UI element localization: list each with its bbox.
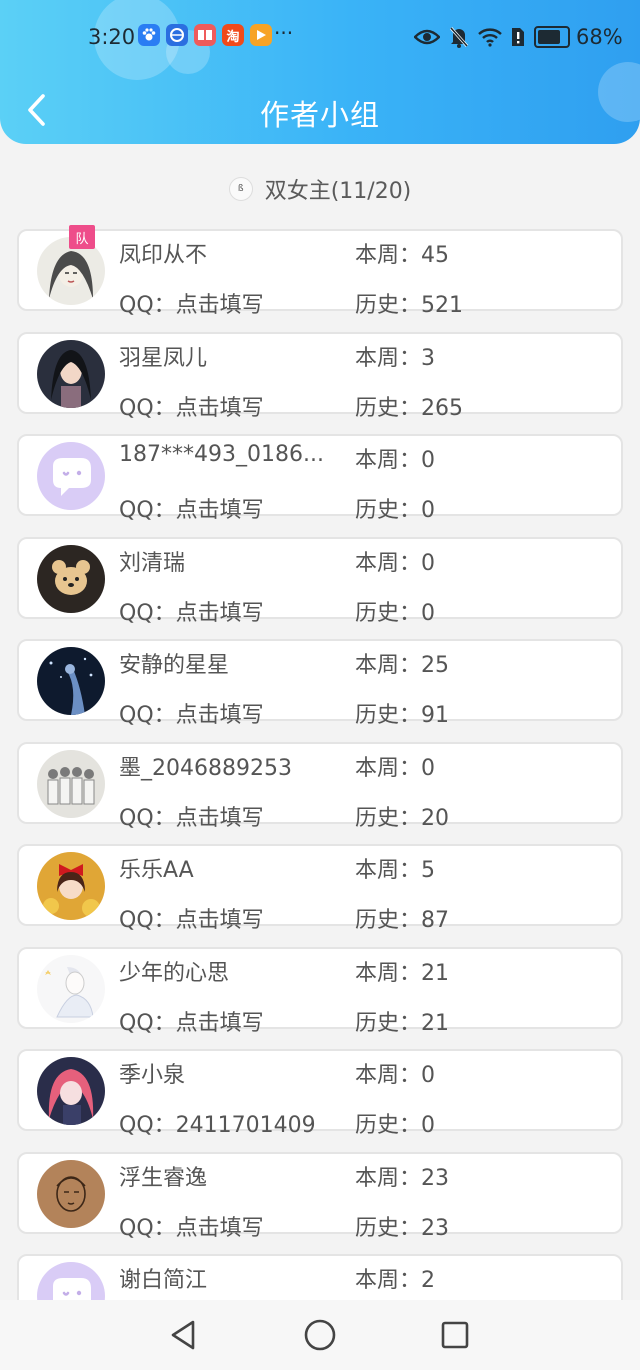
nav-recents-button[interactable] xyxy=(438,1318,472,1352)
sim-alert-icon xyxy=(512,28,524,46)
member-card[interactable]: 队凤印从不 本周：45 QQ：点击填写 历史：521 xyxy=(17,225,623,318)
status-time: 3:20 xyxy=(88,25,136,49)
member-name: 羽星凤儿 xyxy=(119,345,208,371)
battery-percent: 68% xyxy=(576,25,623,49)
weekly-count: 本周：5 xyxy=(355,858,435,883)
weekly-count: 本周：25 xyxy=(355,653,449,678)
history-count: 历史：521 xyxy=(355,293,463,318)
history-count: 历史：0 xyxy=(355,498,435,523)
member-name: 安静的星星 xyxy=(119,653,230,678)
qq-field[interactable]: QQ：点击填写 xyxy=(119,390,264,422)
play-app-icon xyxy=(250,24,272,46)
book-app-icon xyxy=(194,24,216,46)
bear-avatar[interactable] xyxy=(37,544,105,613)
taobao-app-icon: 淘 xyxy=(222,24,244,46)
qq-field[interactable]: QQ：2411701409 xyxy=(119,1107,316,1139)
member-name: 凤印从不 xyxy=(119,243,208,268)
leader-badge: 队 xyxy=(69,225,95,249)
history-count: 历史：87 xyxy=(355,908,449,933)
member-name: 墨_2046889253 xyxy=(119,755,292,781)
group-title: 双女主(11/20) xyxy=(264,179,412,204)
weekly-count: 本周：0 xyxy=(355,448,435,473)
weekly-count: 本周：0 xyxy=(355,755,435,781)
starry-night-avatar[interactable] xyxy=(37,647,105,715)
weekly-count: 本周：23 xyxy=(355,1165,449,1191)
history-count: 历史：265 xyxy=(355,395,463,421)
group-sketch-avatar[interactable] xyxy=(37,749,105,818)
globe-app-icon xyxy=(166,24,188,46)
battery-icon xyxy=(534,26,570,48)
weekly-count: 本周：21 xyxy=(355,960,449,986)
member-card[interactable]: 季小泉 本周：0 QQ：2411701409 历史：0 xyxy=(17,1049,623,1138)
default-chat-avatar[interactable] xyxy=(37,442,105,510)
boy-sketch-avatar[interactable] xyxy=(37,954,105,1023)
member-name: 乐乐AA xyxy=(119,858,194,883)
qq-field[interactable]: QQ：点击填写 xyxy=(119,492,264,524)
paw-app-icon xyxy=(138,24,160,46)
history-count: 历史：20 xyxy=(355,805,449,831)
pink-hair-avatar[interactable] xyxy=(37,1057,105,1125)
more-notifications-icon: ··· xyxy=(274,21,294,45)
weekly-count: 本周：2 xyxy=(355,1268,435,1293)
page-title: 作者小组 xyxy=(259,98,380,132)
qq-field[interactable]: QQ：点击填写 xyxy=(119,697,264,729)
app-header: 3:20 淘 ··· 68% 作者小组 xyxy=(0,0,640,144)
history-count: 历史：91 xyxy=(355,703,449,728)
nav-home-button[interactable] xyxy=(303,1318,337,1352)
eye-icon xyxy=(414,29,440,45)
weekly-count: 本周：0 xyxy=(355,550,435,576)
history-count: 历史：21 xyxy=(355,1010,449,1036)
mute-bell-icon xyxy=(449,27,469,48)
group-header: ß 双女主(11/20) xyxy=(0,172,640,206)
nav-back-button[interactable] xyxy=(166,1318,200,1352)
status-bar: 3:20 淘 ··· 68% xyxy=(0,18,640,58)
square-recents-icon xyxy=(441,1321,469,1349)
history-count: 历史：23 xyxy=(355,1215,449,1241)
girl-red-bow-avatar[interactable] xyxy=(37,852,105,920)
system-icons: 68% xyxy=(414,25,623,49)
member-list: 队凤印从不 本周：45 QQ：点击填写 历史：521 羽星凤儿 本周：3 QQ：点击填写 历史… xyxy=(17,225,623,1357)
qq-field[interactable]: QQ：点击填写 xyxy=(119,1210,264,1242)
group-icon: ß xyxy=(228,177,253,201)
member-name: 浮生睿逸 xyxy=(119,1165,208,1191)
notification-icons: 淘 xyxy=(138,24,272,46)
member-name: 少年的心思 xyxy=(119,960,230,986)
wifi-icon xyxy=(478,28,502,47)
qq-field[interactable]: QQ：点击填写 xyxy=(119,595,264,627)
triangle-back-icon xyxy=(171,1320,195,1350)
member-card[interactable]: 187***493_0186... 本周：0 QQ：点击填写 历史：0 xyxy=(17,434,623,523)
qq-field[interactable]: QQ：点击填写 xyxy=(119,902,264,934)
circle-home-icon xyxy=(304,1319,336,1351)
member-card[interactable]: 浮生睿逸 本周：23 QQ：点击填写 历史：23 xyxy=(17,1151,623,1241)
system-nav-bar xyxy=(0,1300,640,1370)
qq-field[interactable]: QQ：点击填写 xyxy=(119,800,264,832)
girl-portrait-avatar[interactable] xyxy=(37,339,105,408)
history-count: 历史：0 xyxy=(355,600,435,626)
member-name: 谢白简江 xyxy=(119,1268,208,1293)
brown-sketch-avatar[interactable] xyxy=(37,1159,105,1228)
member-name: 季小泉 xyxy=(119,1063,186,1088)
history-count: 历史：0 xyxy=(355,1113,435,1138)
weekly-count: 本周：45 xyxy=(355,243,449,268)
member-card[interactable]: 乐乐AA 本周：5 QQ：点击填写 历史：87 xyxy=(17,844,623,933)
weekly-count: 本周：3 xyxy=(355,345,435,371)
member-card[interactable]: 安静的星星 本周：25 QQ：点击填写 历史：91 xyxy=(17,639,623,728)
qq-field[interactable]: QQ：点击填写 xyxy=(119,1005,264,1037)
member-card[interactable]: 墨_2046889253 本周：0 QQ：点击填写 历史：20 xyxy=(17,741,623,831)
member-card[interactable]: 刘清瑞 本周：0 QQ：点击填写 历史：0 xyxy=(17,536,623,626)
member-card[interactable]: 羽星凤儿 本周：3 QQ：点击填写 历史：265 xyxy=(17,331,623,421)
member-name: 刘清瑞 xyxy=(119,550,186,576)
member-card[interactable]: 少年的心思 本周：21 QQ：点击填写 历史：21 xyxy=(17,946,623,1036)
battery-indicator: 68% xyxy=(534,25,623,49)
qq-field[interactable]: QQ：点击填写 xyxy=(119,287,264,319)
weekly-count: 本周：0 xyxy=(355,1063,435,1088)
member-name: 187***493_0186... xyxy=(119,442,324,467)
